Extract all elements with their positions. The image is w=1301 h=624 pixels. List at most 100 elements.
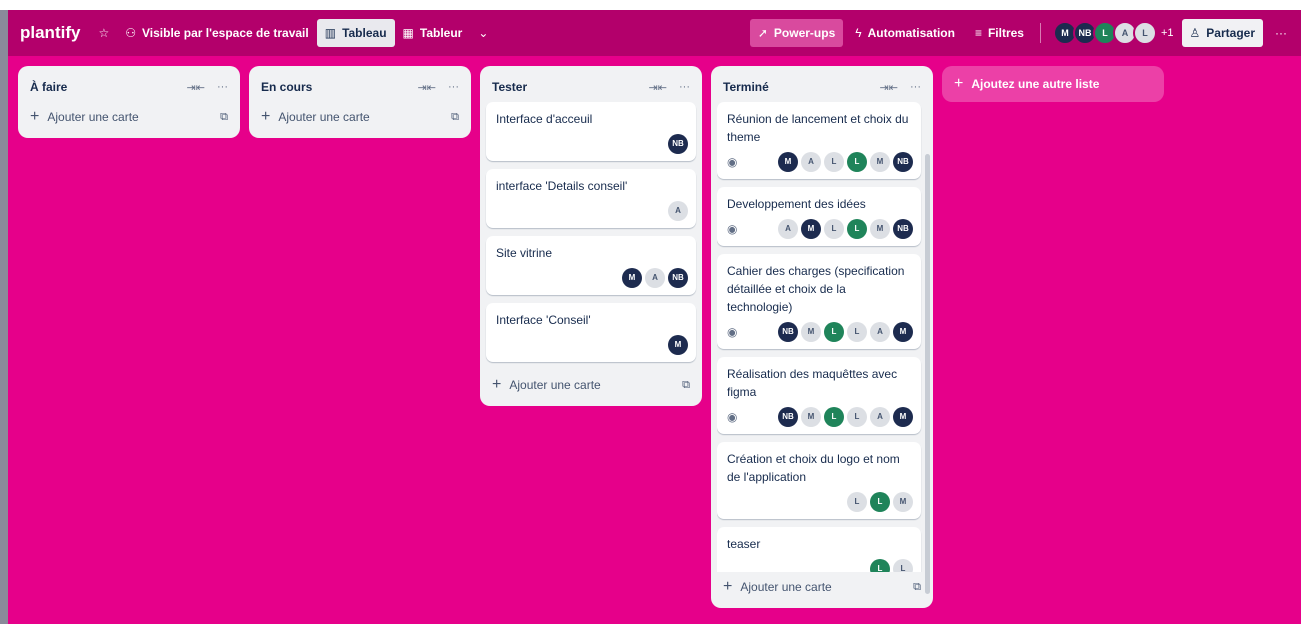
member-avatar[interactable]: L — [847, 492, 867, 512]
member-avatar[interactable]: NB — [668, 268, 688, 288]
board-menu-button[interactable]: ··· — [1267, 19, 1295, 47]
card[interactable]: Cahier des charges (specification détail… — [717, 254, 921, 349]
add-list-label: Ajoutez une autre liste — [971, 77, 1100, 91]
list-title[interactable]: Terminé — [723, 80, 769, 94]
member-avatar[interactable]: NB — [778, 407, 798, 427]
list-title[interactable]: Tester — [492, 80, 527, 94]
collapse-icon[interactable]: ⇥⇤ — [418, 81, 436, 94]
member-avatar[interactable]: NB — [893, 152, 913, 172]
card[interactable]: Developpement des idées ◉ A M L L M NB — [717, 187, 921, 246]
member-avatar[interactable]: M — [801, 407, 821, 427]
member-avatar[interactable]: M — [668, 335, 688, 355]
member-avatar[interactable]: A — [870, 407, 890, 427]
member-avatar[interactable]: NB — [778, 322, 798, 342]
visibility-button[interactable]: ⚇ Visible par l'espace de travail — [117, 19, 317, 47]
list-tester: Tester ⇥⇤ ··· Interface d'acceuil NB interf… — [480, 66, 702, 406]
visibility-label: Visible par l'espace de travail — [141, 26, 309, 40]
member-avatar[interactable]: L — [870, 492, 890, 512]
board-view-icon: ▥ — [324, 26, 337, 40]
share-button[interactable]: ♙ Partager — [1181, 19, 1263, 47]
template-icon[interactable]: ⧉ — [682, 379, 690, 392]
plus-icon: + — [492, 376, 502, 393]
member-avatar[interactable]: M — [870, 152, 890, 172]
member-avatar[interactable]: M — [778, 152, 798, 172]
member-avatar[interactable]: M — [870, 219, 890, 239]
member-avatar[interactable]: NB — [893, 219, 913, 239]
more-icon[interactable]: ··· — [910, 81, 921, 94]
member-avatar[interactable]: A — [801, 152, 821, 172]
template-icon[interactable]: ⧉ — [451, 111, 459, 124]
automation-button[interactable]: ϟ Automatisation — [847, 19, 963, 47]
card[interactable]: Réalisation des maquêttes avec figma ◉ NB M… — [717, 357, 921, 434]
board-name[interactable]: plantify — [8, 19, 90, 47]
board-members[interactable]: M NB L A L +1 — [1052, 21, 1174, 45]
collapse-icon[interactable]: ⇥⇤ — [880, 81, 898, 94]
member-avatar[interactable]: A — [778, 219, 798, 239]
member-avatar[interactable]: M — [801, 322, 821, 342]
filters-button[interactable]: ≡ Filtres — [967, 19, 1032, 47]
member-avatar[interactable]: L — [1132, 21, 1157, 45]
view-board-label: Tableau — [342, 26, 387, 40]
powerups-button[interactable]: ➚ Power-ups — [749, 19, 844, 47]
automation-label: Automatisation — [867, 26, 955, 40]
member-avatar[interactable]: L — [847, 407, 867, 427]
member-avatar[interactable]: L — [824, 219, 844, 239]
template-icon[interactable]: ⧉ — [220, 111, 228, 124]
member-avatar[interactable]: M — [893, 322, 913, 342]
member-avatar[interactable]: L — [824, 322, 844, 342]
more-icon[interactable]: ··· — [679, 81, 690, 94]
list-title[interactable]: En cours — [261, 80, 312, 94]
list-header[interactable]: À faire ⇥⇤ ··· — [24, 72, 234, 102]
member-avatar[interactable]: L — [824, 407, 844, 427]
view-board-button[interactable]: ▥ Tableau — [316, 19, 395, 47]
card[interactable]: interface 'Details conseil' A — [486, 169, 696, 228]
add-card-button[interactable]: + Ajouter une carte ⧉ — [255, 102, 465, 132]
member-avatar[interactable]: L — [847, 152, 867, 172]
add-card-button[interactable]: + Ajouter une carte ⧉ — [486, 370, 696, 400]
collapse-icon[interactable]: ⇥⇤ — [187, 81, 205, 94]
view-table-button[interactable]: ▦ Tableur — [395, 19, 471, 47]
member-avatar[interactable]: L — [824, 152, 844, 172]
member-avatar[interactable]: NB — [668, 134, 688, 154]
card-badges: LLM — [727, 492, 913, 512]
star-icon: ☆ — [98, 26, 110, 40]
card[interactable]: Interface d'acceuil NB — [486, 102, 696, 161]
powerups-label: Power-ups — [773, 26, 836, 40]
member-avatar[interactable]: L — [847, 219, 867, 239]
card-badges: ◉ NB M L L A M — [727, 407, 913, 427]
member-avatar[interactable]: L — [870, 559, 890, 572]
list-scrollbar[interactable] — [925, 154, 930, 594]
card[interactable]: Création et choix du logo et nom de l'ap… — [717, 442, 921, 519]
card[interactable]: Interface 'Conseil' M — [486, 303, 696, 362]
list-header[interactable]: Terminé ⇥⇤ ··· — [717, 72, 927, 102]
list-title[interactable]: À faire — [30, 80, 67, 94]
add-card-button[interactable]: + Ajouter une carte ⧉ — [24, 102, 234, 132]
card-container: Réunion de lancement et choix du theme ◉ M… — [717, 102, 927, 572]
member-avatar[interactable]: M — [893, 492, 913, 512]
card-title: Cahier des charges (specification détail… — [727, 264, 905, 314]
card-title: Site vitrine — [496, 246, 553, 260]
template-icon[interactable]: ⧉ — [913, 581, 921, 594]
add-card-button[interactable]: + Ajouter une carte ⧉ — [717, 572, 927, 602]
card[interactable]: teaser L L — [717, 527, 921, 572]
member-avatar[interactable]: A — [645, 268, 665, 288]
member-avatar[interactable]: M — [622, 268, 642, 288]
more-icon[interactable]: ··· — [448, 81, 459, 94]
member-avatar[interactable]: M — [801, 219, 821, 239]
member-avatar[interactable]: L — [847, 322, 867, 342]
member-avatar[interactable]: L — [893, 559, 913, 572]
views-dropdown-button[interactable]: ⌄ — [470, 19, 496, 47]
collapse-icon[interactable]: ⇥⇤ — [649, 81, 667, 94]
member-avatar[interactable]: M — [893, 407, 913, 427]
card[interactable]: Site vitrine M A NB — [486, 236, 696, 295]
list-header[interactable]: Tester ⇥⇤ ··· — [486, 72, 696, 102]
add-list-button[interactable]: + Ajoutez une autre liste — [942, 66, 1164, 102]
list-header[interactable]: En cours ⇥⇤ ··· — [255, 72, 465, 102]
card[interactable]: Réunion de lancement et choix du theme ◉ M… — [717, 102, 921, 179]
member-avatar[interactable]: A — [870, 322, 890, 342]
star-button[interactable]: ☆ — [90, 19, 117, 47]
member-avatar[interactable]: A — [668, 201, 688, 221]
more-members-count[interactable]: +1 — [1161, 27, 1174, 39]
more-icon[interactable]: ··· — [217, 81, 228, 94]
card-title: Developpement des idées — [727, 197, 866, 211]
